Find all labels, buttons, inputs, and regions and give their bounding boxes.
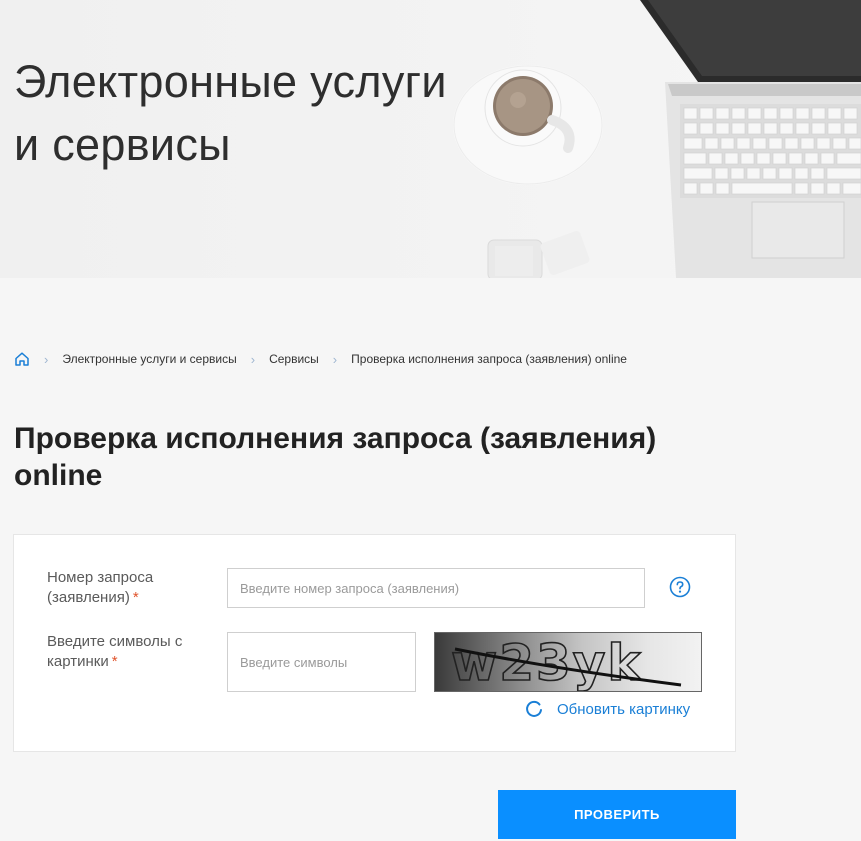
breadcrumb-item-services-section[interactable]: Электронные услуги и сервисы <box>62 352 236 366</box>
check-button[interactable]: ПРОВЕРИТЬ <box>498 790 736 839</box>
request-number-label-line1: Номер запроса <box>47 569 154 586</box>
captcha-label: Введите символы с картинки * <box>47 632 182 672</box>
request-number-input[interactable] <box>227 568 645 608</box>
captcha-image: w23yk <box>434 632 702 692</box>
captcha-text: w23yk <box>451 634 643 692</box>
request-number-label-line2: (заявления) * <box>47 589 139 606</box>
captcha-label-line2: картинки * <box>47 653 118 670</box>
hero-title: Электронные услуги и сервисы <box>14 50 447 176</box>
hero-title-line1: Электронные услуги <box>14 56 447 107</box>
breadcrumb-separator: › <box>332 351 338 367</box>
captcha-input[interactable] <box>227 632 416 692</box>
refresh-captcha-button[interactable]: Обновить картинку <box>524 698 690 720</box>
breadcrumb-item-services[interactable]: Сервисы <box>269 352 319 366</box>
required-mark: * <box>111 653 118 670</box>
hero-banner: Электронные услуги и сервисы <box>0 0 861 278</box>
request-number-label: Номер запроса (заявления) * <box>47 568 153 608</box>
question-circle-icon[interactable] <box>669 576 691 598</box>
home-icon[interactable] <box>14 351 30 367</box>
page-title: Проверка исполнения запроса (заявления) … <box>14 422 657 492</box>
breadcrumb-item-current: Проверка исполнения запроса (заявления) … <box>351 352 627 366</box>
captcha-label-line1: Введите символы с <box>47 633 183 650</box>
hero-illustration <box>453 0 861 278</box>
breadcrumb-separator: › <box>44 351 49 367</box>
required-mark: * <box>132 589 139 606</box>
hero-title-line2: и сервисы <box>14 119 231 170</box>
refresh-icon <box>526 700 542 717</box>
breadcrumb-separator: › <box>250 351 256 367</box>
refresh-captcha-label: Обновить картинку <box>557 700 691 718</box>
breadcrumb: › Электронные услуги и сервисы › Сервисы… <box>14 349 627 369</box>
